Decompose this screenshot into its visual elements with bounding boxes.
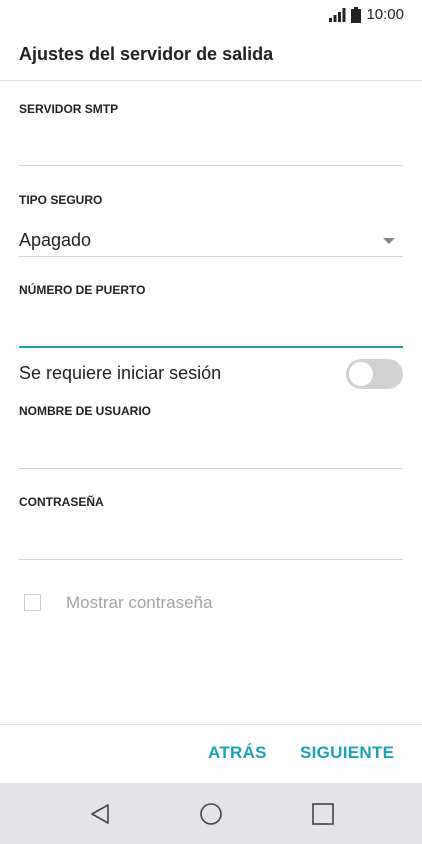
security-type-label: TIPO SEGURO <box>19 193 103 207</box>
port-number-underline <box>19 346 403 348</box>
port-number-input[interactable] <box>19 315 403 345</box>
status-bar: 10:00 <box>0 0 422 30</box>
recents-square-icon[interactable] <box>309 800 337 828</box>
require-signin-label: Se requiere iniciar sesión <box>19 363 222 383</box>
username-input[interactable] <box>19 436 403 466</box>
divider <box>0 724 422 725</box>
toggle-knob <box>349 362 373 386</box>
password-label: CONTRASEÑA <box>19 495 104 509</box>
signal-icon <box>329 7 346 22</box>
smtp-server-label: SERVIDOR SMTP <box>19 102 119 116</box>
smtp-server-input[interactable] <box>19 134 403 164</box>
app-header: Ajustes del servidor de salida <box>0 30 422 81</box>
navigation-bar <box>0 783 422 844</box>
password-input[interactable] <box>19 527 403 557</box>
back-button[interactable]: ATRÁS <box>208 743 267 763</box>
security-type-select[interactable]: Apagado <box>19 230 91 251</box>
battery-icon <box>351 6 362 23</box>
require-signin-toggle[interactable] <box>346 359 403 389</box>
port-number-label: NÚMERO DE PUERTO <box>19 283 146 297</box>
dropdown-arrow-icon[interactable] <box>383 238 395 244</box>
status-time: 10:00 <box>366 6 404 23</box>
back-triangle-icon[interactable] <box>86 800 114 828</box>
password-underline <box>19 559 403 560</box>
next-button[interactable]: SIGUIENTE <box>300 743 394 763</box>
username-label: NOMBRE DE USUARIO <box>19 404 152 418</box>
page-title: Ajustes del servidor de salida <box>19 44 274 64</box>
security-type-underline <box>19 256 403 257</box>
show-password-checkbox[interactable] <box>24 594 41 611</box>
home-circle-icon[interactable] <box>197 800 225 828</box>
smtp-server-underline <box>19 165 403 166</box>
show-password-label: Mostrar contraseña <box>66 593 213 612</box>
username-underline <box>19 468 403 469</box>
